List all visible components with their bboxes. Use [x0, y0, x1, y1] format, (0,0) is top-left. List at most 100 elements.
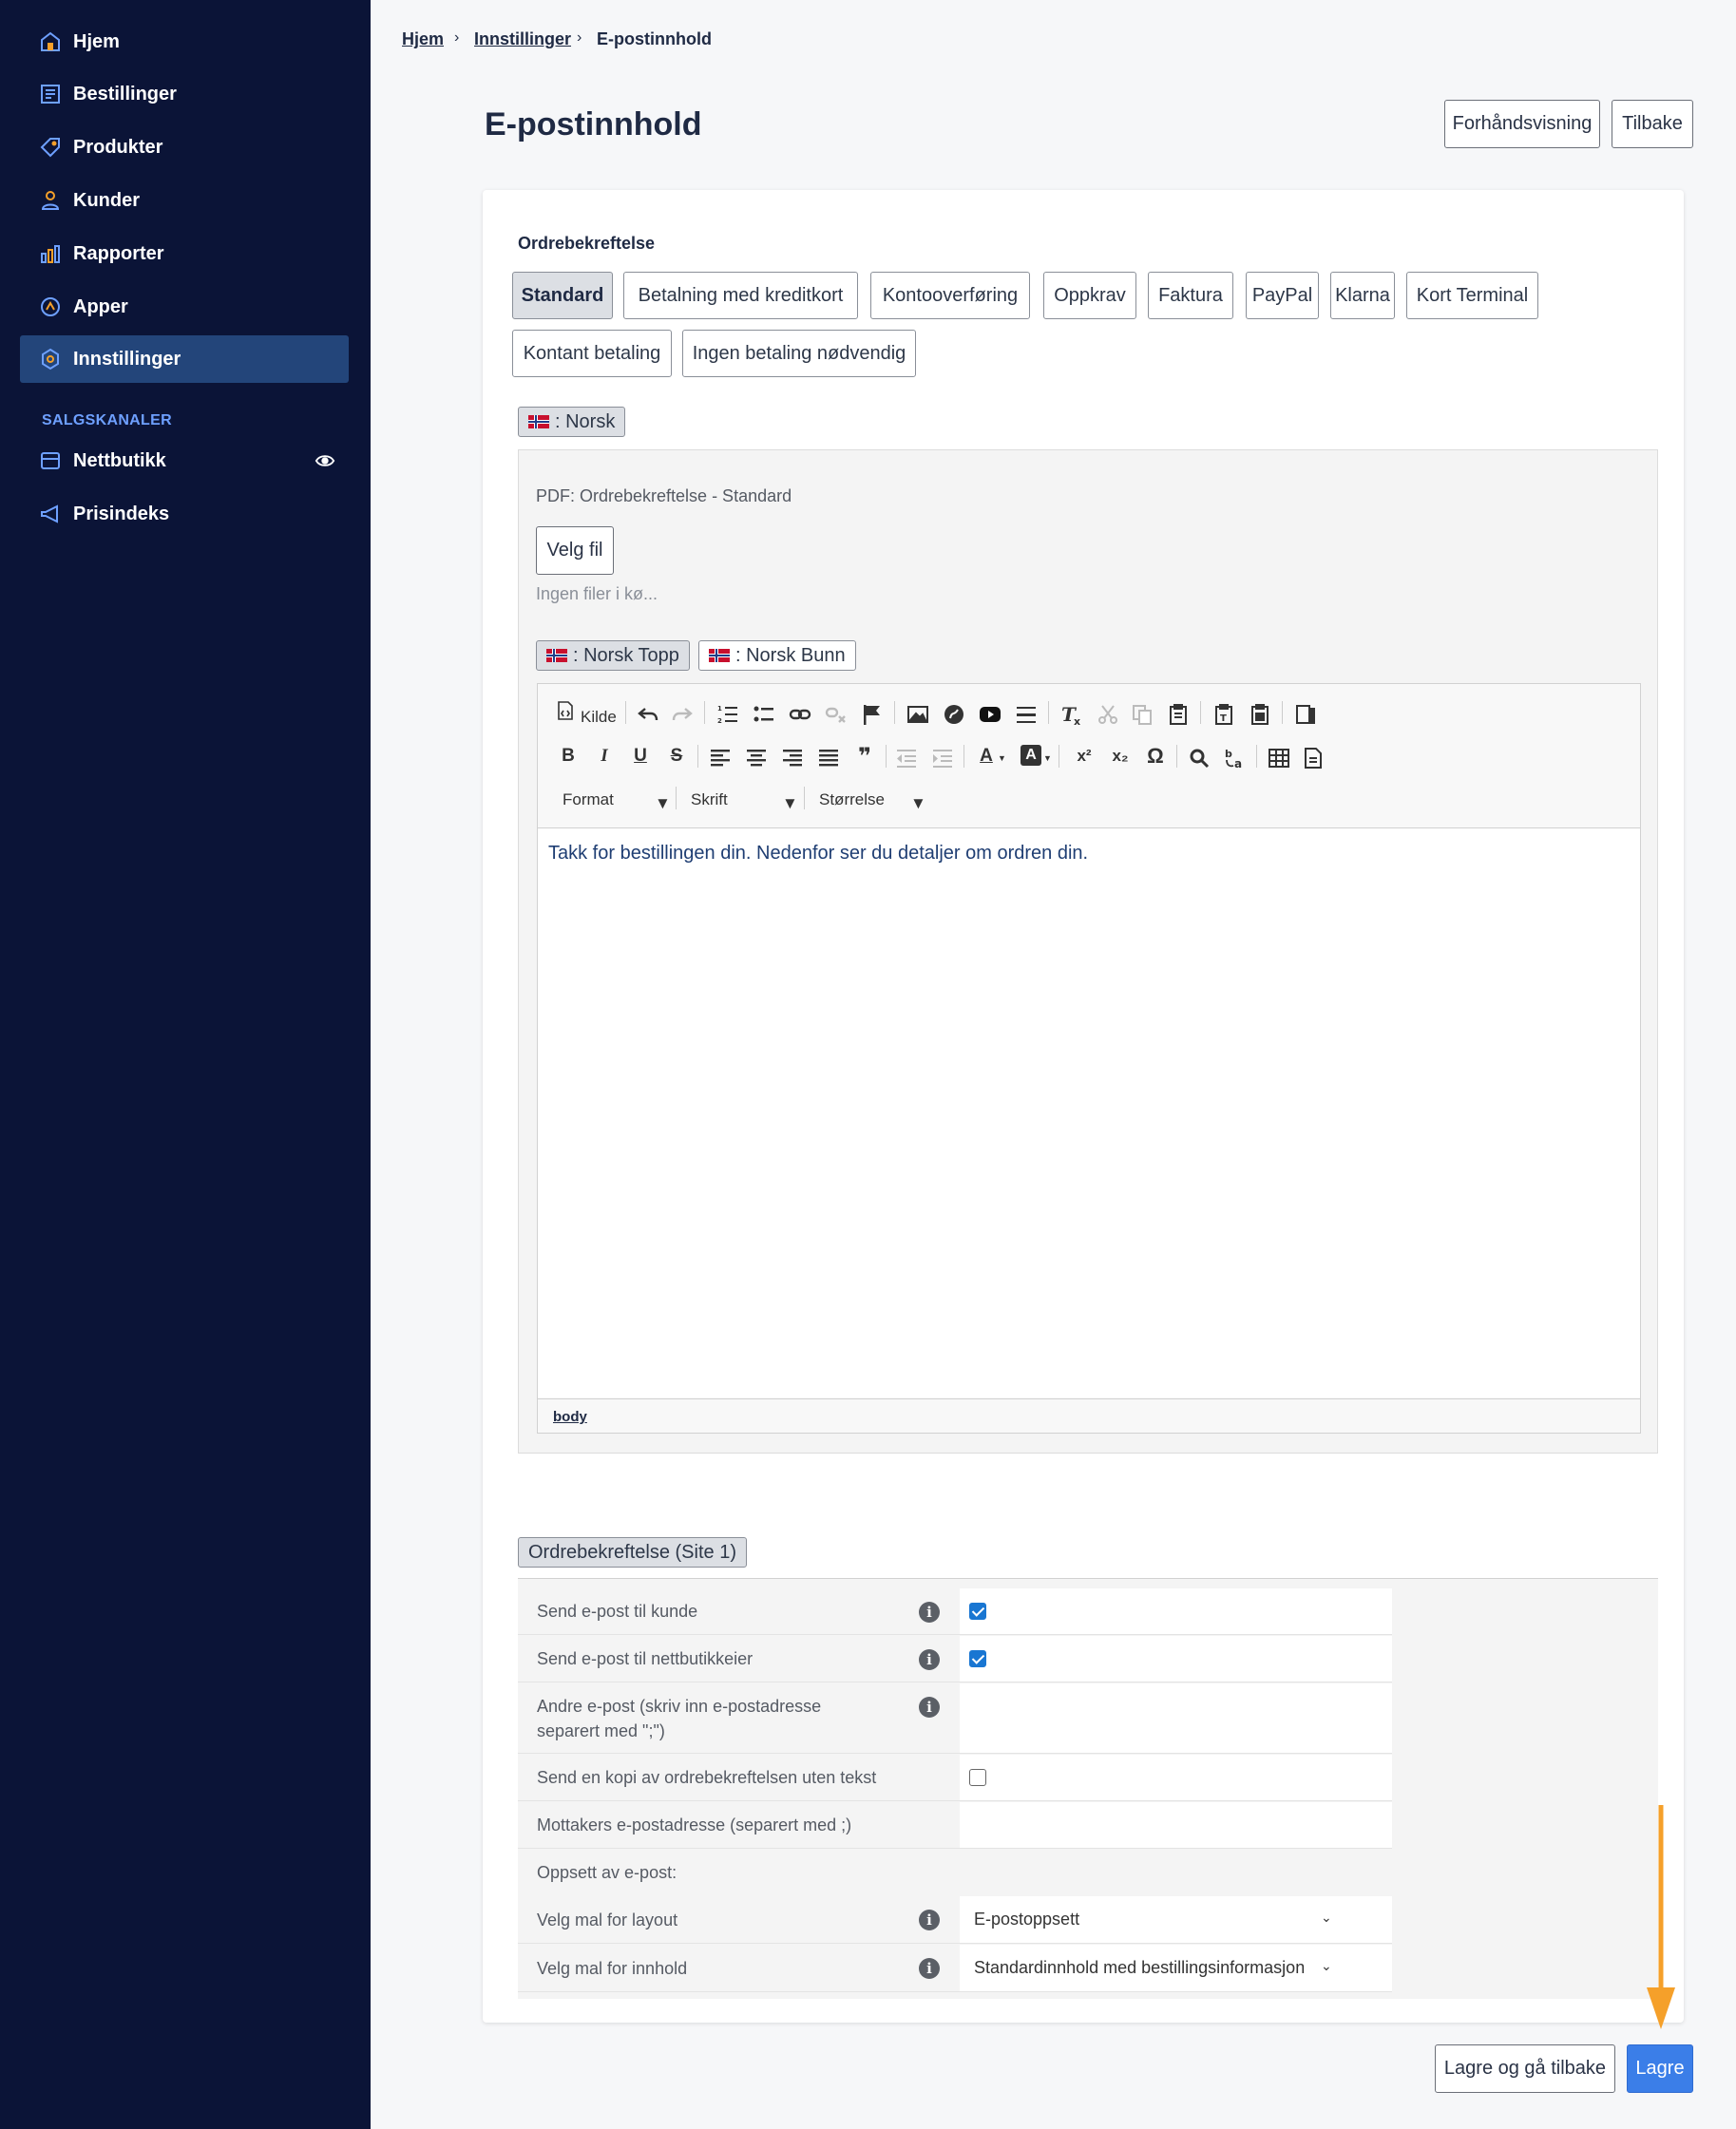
- info-icon[interactable]: i: [919, 1697, 940, 1718]
- choose-file-button[interactable]: Velg fil: [536, 526, 614, 575]
- remove-format-icon[interactable]: Tx: [1060, 703, 1083, 726]
- recipient-email-input[interactable]: [960, 1802, 1392, 1848]
- content-tab-bottom[interactable]: : Norsk Bunn: [698, 640, 856, 671]
- tab-bank-transfer[interactable]: Kontooverføring: [870, 272, 1030, 319]
- align-right-icon[interactable]: [781, 747, 804, 770]
- text-color-dropdown-icon[interactable]: ▼: [998, 753, 1006, 763]
- paste-word-icon[interactable]: [1249, 703, 1271, 726]
- subscript-icon[interactable]: x₂: [1106, 745, 1135, 768]
- sidebar-item-innstillinger[interactable]: Innstillinger: [20, 335, 349, 383]
- sidebar-item-nettbutikk[interactable]: Nettbutikk: [20, 437, 349, 485]
- sidebar-item-kunder[interactable]: Kunder: [20, 177, 349, 224]
- tab-klarna[interactable]: Klarna: [1330, 272, 1395, 319]
- breadcrumb-home[interactable]: Hjem: [402, 29, 444, 49]
- replace-icon[interactable]: ba: [1224, 747, 1247, 770]
- table-icon[interactable]: [1268, 747, 1290, 770]
- send-to-customer-checkbox[interactable]: [969, 1603, 986, 1620]
- undo-icon[interactable]: [637, 703, 659, 726]
- eye-icon[interactable]: [315, 451, 335, 470]
- bold-icon[interactable]: B: [557, 745, 580, 768]
- norway-flag-icon: [528, 415, 549, 428]
- editor-content-text: Takk for bestillingen din. Nedenfor ser …: [548, 843, 1089, 864]
- superscript-icon[interactable]: x²: [1070, 745, 1098, 768]
- save-and-back-button[interactable]: Lagre og gå tilbake: [1435, 2044, 1615, 2093]
- info-icon[interactable]: i: [919, 1958, 940, 1979]
- language-tab-norsk[interactable]: : Norsk: [518, 407, 626, 437]
- special-character-icon[interactable]: Ω: [1144, 744, 1167, 768]
- sidebar-item-prisindeks[interactable]: Prisindeks: [20, 490, 349, 538]
- background-color-icon[interactable]: A: [1021, 745, 1041, 766]
- settings-group-tab[interactable]: Ordrebekreftelse (Site 1): [518, 1537, 747, 1568]
- gear-icon: [42, 348, 59, 371]
- find-icon[interactable]: [1188, 747, 1211, 770]
- template-icon[interactable]: [1302, 747, 1325, 770]
- preview-button[interactable]: Forhåndsvisning: [1444, 100, 1600, 148]
- youtube-icon[interactable]: [979, 703, 1002, 726]
- numbered-list-icon[interactable]: 12: [716, 703, 739, 726]
- editor-content-area[interactable]: Takk for bestillingen din. Nedenfor ser …: [538, 827, 1640, 1397]
- sidebar-item-label: Prisindeks: [73, 504, 170, 524]
- background-color-dropdown-icon[interactable]: ▼: [1043, 753, 1052, 763]
- element-path-body[interactable]: body: [553, 1409, 587, 1425]
- anchor-flag-icon[interactable]: [861, 703, 884, 726]
- align-center-icon[interactable]: [745, 747, 768, 770]
- back-button[interactable]: Tilbake: [1612, 100, 1693, 148]
- tab-invoice[interactable]: Faktura: [1148, 272, 1233, 319]
- tab-standard[interactable]: Standard: [512, 272, 613, 319]
- layout-template-select[interactable]: E-postoppsett ⌄: [960, 1896, 1392, 1943]
- breadcrumb-settings[interactable]: Innstillinger: [474, 29, 571, 49]
- link-icon[interactable]: [789, 703, 811, 726]
- tab-credit-card[interactable]: Betalning med kreditkort: [623, 272, 858, 319]
- blockquote-icon[interactable]: ❞: [853, 744, 876, 770]
- align-left-icon[interactable]: [709, 747, 732, 770]
- other-email-input[interactable]: [960, 1683, 1392, 1753]
- source-button[interactable]: Kilde: [581, 708, 617, 727]
- copy-icon[interactable]: [1131, 703, 1154, 726]
- setting-value: [960, 1588, 1392, 1634]
- orders-icon: [41, 85, 60, 104]
- content-template-select[interactable]: Standardinnhold med bestillingsinformasj…: [960, 1945, 1392, 1991]
- indent-icon[interactable]: [931, 747, 954, 770]
- tab-cod[interactable]: Oppkrav: [1043, 272, 1136, 319]
- outdent-icon[interactable]: [895, 747, 918, 770]
- italic-icon[interactable]: I: [593, 745, 616, 768]
- size-dropdown[interactable]: Størrelse: [819, 790, 885, 809]
- source-icon[interactable]: [557, 701, 574, 720]
- unlink-icon[interactable]: [825, 703, 848, 726]
- paste-text-icon[interactable]: T: [1212, 703, 1235, 726]
- tab-cash[interactable]: Kontant betaling: [512, 330, 672, 377]
- tab-no-payment[interactable]: Ingen betaling nødvendig: [682, 330, 916, 377]
- copy-without-text-checkbox[interactable]: [969, 1769, 986, 1786]
- redo-icon[interactable]: [671, 703, 694, 726]
- info-icon[interactable]: i: [919, 1602, 940, 1623]
- info-icon[interactable]: i: [919, 1649, 940, 1670]
- strikethrough-icon[interactable]: S: [665, 745, 688, 768]
- setting-row: Send e-post til kunde i: [518, 1588, 1392, 1635]
- format-dropdown[interactable]: Format: [563, 790, 614, 809]
- text-color-icon[interactable]: A: [975, 745, 998, 768]
- send-to-owner-checkbox[interactable]: [969, 1650, 986, 1667]
- tab-card-terminal[interactable]: Kort Terminal: [1406, 272, 1538, 319]
- breadcrumb-separator: ›: [577, 29, 582, 46]
- pdf-label: PDF: Ordrebekreftelse - Standard: [536, 486, 792, 505]
- underline-icon[interactable]: U: [629, 745, 652, 768]
- font-dropdown[interactable]: Skrift: [691, 790, 728, 809]
- cut-icon[interactable]: [1097, 703, 1119, 726]
- sidebar-item-hjem[interactable]: Hjem: [20, 18, 349, 66]
- content-tab-top[interactable]: : Norsk Topp: [536, 640, 690, 671]
- paste-icon[interactable]: [1167, 703, 1190, 726]
- sidebar-item-apper[interactable]: Apper: [20, 283, 349, 331]
- preview-icon[interactable]: [1294, 703, 1317, 726]
- bullet-list-icon[interactable]: [753, 703, 775, 726]
- image-icon[interactable]: [906, 703, 929, 726]
- horizontal-line-icon[interactable]: [1015, 703, 1038, 726]
- setting-row: Send e-post til nettbutikkeier i: [518, 1636, 1392, 1682]
- sidebar-item-produkter[interactable]: Produkter: [20, 124, 349, 171]
- flash-icon[interactable]: [943, 703, 965, 726]
- info-icon[interactable]: i: [919, 1910, 940, 1930]
- sidebar-item-rapporter[interactable]: Rapporter: [20, 230, 349, 277]
- sidebar-item-bestillinger[interactable]: Bestillinger: [20, 70, 349, 118]
- save-button[interactable]: Lagre: [1627, 2044, 1693, 2093]
- justify-icon[interactable]: [817, 747, 840, 770]
- tab-paypal[interactable]: PayPal: [1246, 272, 1319, 319]
